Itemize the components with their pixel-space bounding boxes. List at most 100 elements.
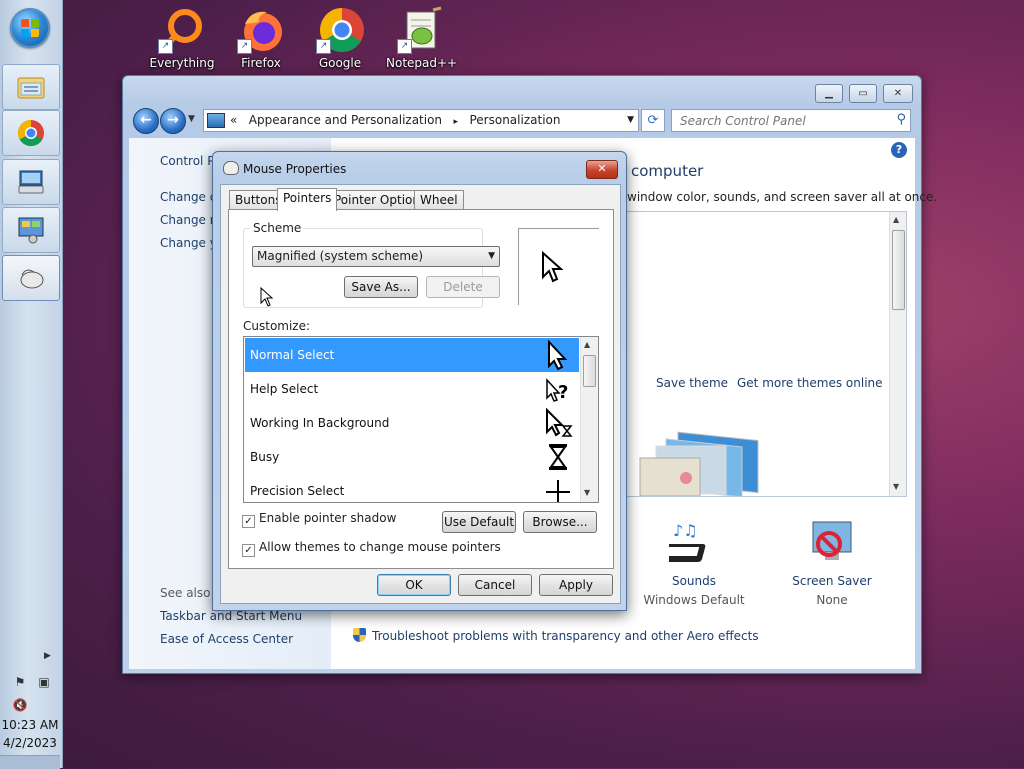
working-cursor-icon xyxy=(546,408,573,437)
taskbar-explorer-button[interactable] xyxy=(2,64,60,110)
back-button[interactable]: ← xyxy=(133,108,159,134)
browse-button[interactable]: Browse... xyxy=(523,511,597,533)
shortcut-arrow-icon: ↗ xyxy=(237,39,252,54)
themes-list[interactable]: Save theme Get more themes online ▲ ▼ xyxy=(625,211,907,497)
scroll-up-icon[interactable]: ▲ xyxy=(584,340,590,349)
tab-wheel[interactable]: Wheel xyxy=(414,190,464,209)
page-title: computer xyxy=(631,162,704,180)
svg-text:♪♫: ♪♫ xyxy=(673,521,698,540)
themes-scrollbar[interactable]: ▲ ▼ xyxy=(889,212,906,496)
enable-pointer-shadow-checkbox[interactable]: ✓ Enable pointer shadow xyxy=(242,511,396,528)
forward-button[interactable]: → xyxy=(160,108,186,134)
scheme-label: Scheme xyxy=(250,221,305,235)
list-item-normal-select[interactable]: Normal Select xyxy=(245,338,579,372)
breadcrumb-personalization[interactable]: Personalization xyxy=(469,113,560,127)
see-also-ease-of-access-link[interactable]: Ease of Access Center xyxy=(160,632,293,646)
scheme-selected-value: Magnified (system scheme) xyxy=(257,249,424,263)
troubleshoot-text[interactable]: Troubleshoot problems with transparency … xyxy=(372,629,759,643)
desktop-icon-notepadpp[interactable]: ↗ Notepad++ xyxy=(386,6,458,70)
scroll-down-icon[interactable]: ▼ xyxy=(584,488,590,497)
start-button[interactable] xyxy=(10,8,50,48)
page-description: window color, sounds, and screen saver a… xyxy=(627,190,938,204)
delete-button[interactable]: Delete xyxy=(426,276,500,298)
arrow-cursor-icon xyxy=(548,340,568,370)
mouse-icon xyxy=(223,161,239,175)
list-item-help-select[interactable]: Help Select ? xyxy=(245,372,579,406)
mouse-cursor-icon xyxy=(260,287,274,307)
dialog-body: Buttons Pointers Pointer Options Wheel S… xyxy=(220,184,621,604)
recent-pages-dropdown-icon[interactable]: ▼ xyxy=(188,114,195,124)
refresh-icon: ⟳ xyxy=(647,113,659,128)
see-also-taskbar-link[interactable]: Taskbar and Start Menu xyxy=(160,609,302,623)
mouse-icon xyxy=(20,269,44,289)
pointer-list[interactable]: Normal Select Help Select ? Working In B… xyxy=(243,336,599,503)
crosshair-icon xyxy=(546,480,570,502)
allow-themes-checkbox[interactable]: ✓ Allow themes to change mouse pointers xyxy=(242,540,501,557)
volume-muted-icon[interactable]: 🔇 xyxy=(12,698,28,712)
list-item-label: Help Select xyxy=(250,382,319,396)
breadcrumb-overflow[interactable]: « xyxy=(230,113,237,127)
save-theme-link[interactable]: Save theme xyxy=(656,376,728,390)
list-item-busy[interactable]: Busy xyxy=(245,440,579,474)
get-more-themes-link[interactable]: Get more themes online xyxy=(737,376,883,390)
cancel-button[interactable]: Cancel xyxy=(458,574,532,596)
action-center-flag-icon[interactable]: ⚑ xyxy=(12,675,28,689)
ok-button[interactable]: OK xyxy=(377,574,451,596)
shortcut-arrow-icon: ↗ xyxy=(158,39,173,54)
list-item-working-in-background[interactable]: Working In Background xyxy=(245,406,579,440)
desktop-icon-everything[interactable]: ↗ Everything xyxy=(147,6,217,70)
taskbar-mouse-button[interactable] xyxy=(2,255,60,301)
save-as-button[interactable]: Save As... xyxy=(344,276,418,298)
clock-date[interactable]: 4/2/2023 xyxy=(0,736,60,750)
close-button[interactable]: ✕ xyxy=(883,84,913,103)
address-bar: ← → ▼ « Appearance and Personalization ▸… xyxy=(131,106,913,134)
scroll-down-icon[interactable]: ▼ xyxy=(893,482,899,491)
list-item-label: Busy xyxy=(250,450,280,464)
scrollbar-thumb[interactable] xyxy=(892,230,905,310)
dialog-close-button[interactable]: ✕ xyxy=(586,160,618,179)
apply-button[interactable]: Apply xyxy=(539,574,613,596)
scheme-group: Scheme Magnified (system scheme) ▼ Save … xyxy=(243,221,500,308)
taskbar-controlpanel-button[interactable] xyxy=(2,207,60,253)
scheme-dropdown[interactable]: Magnified (system scheme) ▼ xyxy=(252,246,500,267)
maximize-button[interactable]: ▭ xyxy=(849,84,877,103)
scroll-up-icon[interactable]: ▲ xyxy=(893,215,899,224)
use-default-button[interactable]: Use Default xyxy=(442,511,516,533)
taskbar-keyboard-button[interactable] xyxy=(2,159,60,205)
desktop-icon-google[interactable]: ↗ Google xyxy=(305,6,375,70)
breadcrumb-separator[interactable]: ▸ xyxy=(454,117,459,127)
theme-thumbnail-icon[interactable] xyxy=(638,426,768,496)
show-desktop-button[interactable] xyxy=(0,755,60,769)
pointer-list-scrollbar[interactable]: ▲ ▼ xyxy=(580,337,598,502)
search-input[interactable] xyxy=(678,112,882,130)
tray-expand-arrow-icon[interactable]: ▶ xyxy=(44,651,51,661)
pointers-tab-page: Scheme Magnified (system scheme) ▼ Save … xyxy=(228,209,614,569)
list-item-label: Precision Select xyxy=(250,484,345,498)
scrollbar-thumb[interactable] xyxy=(583,355,596,387)
screen-saver-value: None xyxy=(816,593,848,607)
tab-pointers[interactable]: Pointers xyxy=(277,188,338,211)
network-icon[interactable]: ▣ xyxy=(36,675,52,689)
desktop-icon-firefox[interactable]: ↗ Firefox xyxy=(226,6,296,70)
clock-time[interactable]: 10:23 AM xyxy=(0,718,60,732)
taskbar-chrome-button[interactable] xyxy=(2,110,60,156)
chevron-down-icon: ▼ xyxy=(488,251,495,261)
refresh-button[interactable]: ⟳ xyxy=(641,109,665,132)
search-icon[interactable]: ⚲ xyxy=(896,112,906,127)
breadcrumb-appearance[interactable]: Appearance and Personalization xyxy=(249,113,442,127)
list-item-precision-select[interactable]: Precision Select xyxy=(245,474,579,502)
desktop-icon-label: Google xyxy=(318,56,362,70)
help-icon[interactable]: ? xyxy=(891,142,907,158)
minimize-button[interactable]: ▁ xyxy=(815,84,843,103)
checkmark-icon[interactable]: ✓ xyxy=(242,544,255,557)
pointer-preview xyxy=(518,228,599,305)
search-box[interactable]: ⚲ xyxy=(671,109,911,132)
desktop-icon-label: Notepad++ xyxy=(386,56,458,70)
troubleshoot-aero-link[interactable]: Troubleshoot problems with transparency … xyxy=(353,628,759,643)
sounds-item[interactable]: ♪♫ Sounds Windows Default xyxy=(639,518,749,607)
chevron-down-icon[interactable]: ▼ xyxy=(627,115,634,125)
customize-label: Customize: xyxy=(243,319,311,333)
screen-saver-item[interactable]: Screen Saver None xyxy=(777,518,887,607)
checkmark-icon[interactable]: ✓ xyxy=(242,515,255,528)
address-box[interactable]: « Appearance and Personalization ▸ Perso… xyxy=(203,109,639,132)
